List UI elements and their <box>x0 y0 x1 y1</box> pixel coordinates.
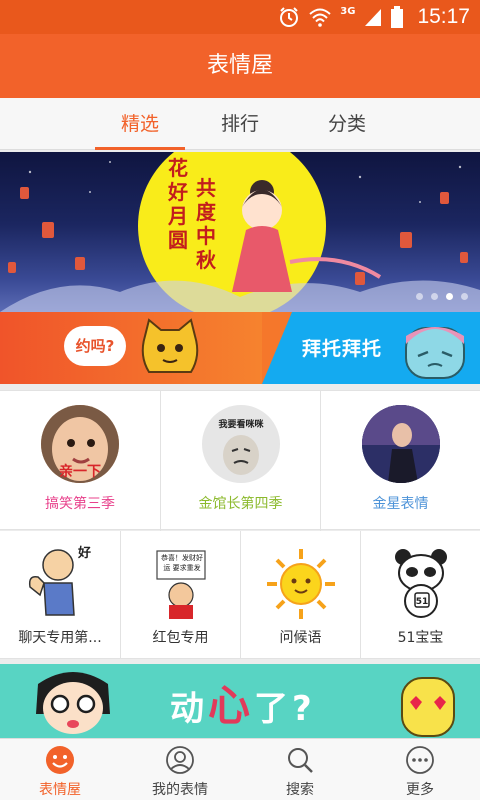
tab-bar: 精选 排行 分类 <box>0 98 480 150</box>
category-label: 问候语 <box>279 630 322 646</box>
category-item[interactable]: 问候语 <box>240 531 360 659</box>
category-item[interactable]: 51 51宝宝 <box>360 531 480 659</box>
nav-label: 表情屋 <box>39 782 81 798</box>
art-caption: 恭喜！发财好运 要求重发 <box>161 554 203 572</box>
category-label: 红包专用 <box>152 630 209 646</box>
featured-avatar: 我要看咪咪 <box>202 405 280 483</box>
search-icon <box>288 748 313 773</box>
featured-label: 搞笑第三季 <box>45 496 115 512</box>
featured-avatar <box>362 405 440 483</box>
mid-autumn-banner[interactable]: 花好月圆 共度中秋 <box>0 152 480 312</box>
banner-illustration <box>0 152 480 312</box>
promo-slant <box>262 312 292 384</box>
category-item[interactable]: 好 聊天专用第... <box>0 531 120 659</box>
slogan-heart: 心 <box>208 681 255 730</box>
art-caption: 好 <box>77 545 91 561</box>
sun-icon <box>267 549 335 619</box>
clock: 15:17 <box>417 5 470 28</box>
category-item[interactable]: 恭喜！发财好运 要求重发 红包专用 <box>120 531 240 659</box>
nav-label: 我的表情 <box>152 782 208 798</box>
carousel-dot <box>431 293 438 300</box>
featured-label: 金星表情 <box>372 496 429 512</box>
network-type: 3G <box>340 5 356 17</box>
blob-character-icon <box>405 327 465 379</box>
featured-label: 金馆长第四季 <box>198 496 283 512</box>
nav-label: 更多 <box>406 782 434 798</box>
art-caption: 51 <box>416 597 429 607</box>
wifi-icon <box>309 8 331 27</box>
banner-poem-left: 花好月圆 <box>168 156 188 252</box>
dong-xin-banner[interactable]: 动心了? <box>0 664 480 738</box>
battery-icon <box>391 6 404 28</box>
status-icons: 3G 15:17 <box>278 4 470 30</box>
featured-item[interactable]: 金星表情 <box>320 391 480 531</box>
featured-item[interactable]: 亲一下 搞笑第三季 <box>0 391 160 531</box>
avatar-caption: 亲一下 <box>59 464 101 480</box>
promo-title: 拜托拜托 <box>302 338 383 360</box>
heart-eyes-character-icon <box>401 677 455 737</box>
more-icon <box>406 746 434 774</box>
page-title: 表情屋 <box>206 53 273 78</box>
bottom-nav: 表情屋 我的表情 搜索 更多 <box>0 738 480 800</box>
avatar-caption: 我要看咪咪 <box>218 420 264 430</box>
slogan-part: 动 <box>170 689 208 729</box>
carousel-dot <box>446 293 453 300</box>
category-label: 聊天专用第... <box>18 630 102 646</box>
tab-featured[interactable]: 精选 <box>95 98 185 150</box>
slogan-part: 了? <box>254 689 316 729</box>
nav-label: 搜索 <box>286 782 314 798</box>
nav-search[interactable]: 搜索 <box>240 739 360 800</box>
featured-item[interactable]: 我要看咪咪 金馆长第四季 <box>160 391 320 531</box>
category-grid: 好 聊天专用第... 恭喜！发财好运 要求重发 红包专用 问候语 51 51宝宝 <box>0 531 480 659</box>
nav-home[interactable]: 表情屋 <box>0 739 120 800</box>
promo-bai-tuo[interactable]: 拜托拜托 <box>262 312 480 384</box>
tab-categories[interactable]: 分类 <box>302 98 392 150</box>
glasses-girl-icon <box>36 672 110 734</box>
banner-poem-right: 共度中秋 <box>196 176 216 272</box>
panda-icon: 51 <box>395 549 447 618</box>
smile-face-icon <box>46 746 74 774</box>
alarm-icon <box>280 7 299 27</box>
carousel-indicator <box>416 293 468 300</box>
promo-yue-ma[interactable]: 约吗? <box>0 312 270 384</box>
carousel-dot <box>461 293 468 300</box>
thumbs-up-boy-icon: 好 <box>28 545 91 616</box>
featured-grid: 亲一下 搞笑第三季 我要看咪咪 金馆长第四季 金星表情 <box>0 390 480 531</box>
user-icon <box>166 746 194 774</box>
category-label: 51宝宝 <box>397 630 444 646</box>
banner-slogan: 动心了? <box>170 672 316 733</box>
nav-more[interactable]: 更多 <box>360 739 480 800</box>
status-bar: 3G 15:17 <box>0 0 480 34</box>
featured-avatar: 亲一下 <box>41 405 119 483</box>
nav-my-stickers[interactable]: 我的表情 <box>120 739 240 800</box>
tv-host-image <box>362 405 440 483</box>
signal-icon <box>365 9 382 26</box>
app-bar: 表情屋 <box>0 34 480 98</box>
carousel-dot <box>416 293 423 300</box>
cat-character-icon <box>141 318 199 373</box>
promo-bubble: 约吗? <box>64 326 126 366</box>
tab-ranking[interactable]: 排行 <box>195 98 285 150</box>
